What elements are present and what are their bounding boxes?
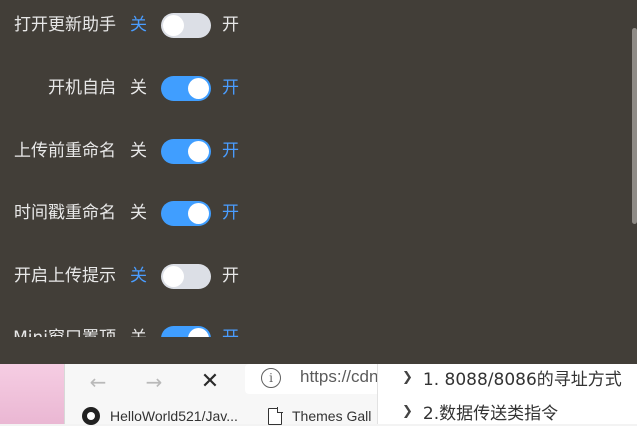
settings-panel: 打开更新助手 关 开 开机自启 关 开 上传前重命名 关 开 时间戳重命名 关 … <box>0 0 637 364</box>
timestamp-rename-switch[interactable] <box>161 201 211 226</box>
option-off-label: 关 <box>130 318 147 337</box>
browser-window: ← → ✕ i https://cdn HelloWorld521/Jav...… <box>64 364 385 426</box>
chevron-right-icon: ❯ <box>402 370 413 385</box>
rename-before-upload-switch[interactable] <box>161 139 211 164</box>
mini-window-on-top-switch[interactable] <box>161 326 211 337</box>
option-on-label: 开 <box>222 266 239 286</box>
setting-row-mini-window-on-top: Mini窗口置顶 关 开 <box>0 318 300 337</box>
setting-label: 开启上传提示 <box>14 266 116 286</box>
close-button[interactable]: ✕ <box>195 367 225 397</box>
forward-button[interactable]: → <box>139 367 169 397</box>
update-helper-switch[interactable] <box>161 13 211 38</box>
switch-knob <box>188 203 209 224</box>
toc-item[interactable]: ❯ 1. 8088/8086的寻址方式 <box>402 365 622 390</box>
toc-item[interactable]: ❯ 2.数据传送类指令 <box>402 399 558 424</box>
toc-item-label: 1. 8088/8086的寻址方式 <box>422 370 622 390</box>
switch-knob <box>163 15 184 36</box>
back-arrow-icon: ← <box>89 370 107 394</box>
setting-label: 时间戳重命名 <box>14 203 116 223</box>
option-off-label: 关 <box>130 203 147 223</box>
close-icon: ✕ <box>200 369 220 394</box>
option-off-label: 关 <box>130 266 147 286</box>
address-bar[interactable]: i https://cdn <box>245 364 385 394</box>
desktop-background <box>0 364 64 424</box>
upload-notice-switch[interactable] <box>161 264 211 289</box>
option-off-label: 关 <box>130 15 147 35</box>
bookmark-label: HelloWorld521/Jav... <box>110 408 238 424</box>
toc-item-label: 2.数据传送类指令 <box>422 404 559 424</box>
setting-row-autostart: 开机自启 关 开 <box>0 68 300 108</box>
chevron-right-icon: ❯ <box>402 404 413 419</box>
bookmark-github[interactable]: HelloWorld521/Jav... <box>82 406 238 426</box>
setting-row-update-helper: 打开更新助手 关 开 <box>0 5 300 45</box>
option-on-label: 开 <box>222 15 239 35</box>
document-icon <box>268 407 283 425</box>
setting-label: 上传前重命名 <box>14 141 116 161</box>
switch-knob <box>188 141 209 162</box>
table-of-contents: ❯ 1. 8088/8086的寻址方式 ❯ 2.数据传送类指令 <box>377 364 637 424</box>
switch-knob <box>188 328 209 337</box>
switch-knob <box>163 266 184 287</box>
back-button[interactable]: ← <box>83 367 113 397</box>
setting-row-timestamp-rename: 时间戳重命名 关 开 <box>0 193 300 233</box>
scrollbar-thumb[interactable] <box>632 28 637 224</box>
info-icon[interactable]: i <box>261 368 281 388</box>
setting-label: 打开更新助手 <box>14 15 116 35</box>
setting-row-rename-before-upload: 上传前重命名 关 开 <box>0 131 300 171</box>
option-on-label: 开 <box>222 203 239 223</box>
setting-label: 开机自启 <box>48 78 116 98</box>
switch-knob <box>188 78 209 99</box>
github-icon <box>82 407 100 425</box>
option-off-label: 关 <box>130 141 147 161</box>
bookmark-label: Themes Gall <box>292 408 372 424</box>
option-on-label: 开 <box>222 78 239 98</box>
autostart-switch[interactable] <box>161 76 211 101</box>
setting-row-upload-notice: 开启上传提示 关 开 <box>0 256 300 296</box>
option-on-label: 开 <box>222 318 239 337</box>
forward-arrow-icon: → <box>145 370 163 394</box>
option-off-label: 关 <box>130 78 147 98</box>
bookmark-themes[interactable]: Themes Gall <box>268 406 371 426</box>
url-text[interactable]: https://cdn <box>300 367 378 387</box>
settings-list: 打开更新助手 关 开 开机自启 关 开 上传前重命名 关 开 时间戳重命名 关 … <box>0 0 300 337</box>
option-on-label: 开 <box>222 141 239 161</box>
setting-label: Mini窗口置顶 <box>13 318 116 337</box>
scrollbar[interactable] <box>631 0 637 364</box>
